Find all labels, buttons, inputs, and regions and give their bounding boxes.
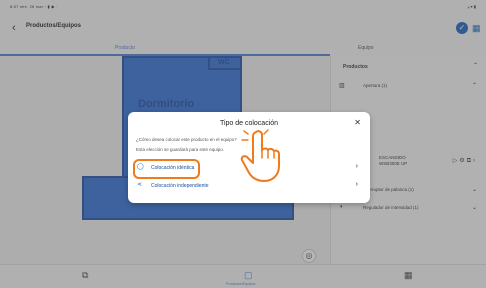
chevron-right-icon: › [355, 163, 358, 170]
chevron-right-icon: › [355, 181, 358, 188]
dialog-title: Tipo de colocación [219, 120, 279, 127]
dialog-question: ¿Cómo desea colocar este producto en el … [136, 137, 237, 142]
option-label: Colocación independiente [151, 183, 209, 189]
dialog-note: Esta elección se guardará para este equi… [136, 147, 225, 152]
highlight-ring [133, 159, 200, 179]
close-icon[interactable]: ✕ [354, 118, 361, 127]
share-icon: ⋖ [137, 182, 143, 188]
tap-hand-icon [240, 129, 280, 182]
